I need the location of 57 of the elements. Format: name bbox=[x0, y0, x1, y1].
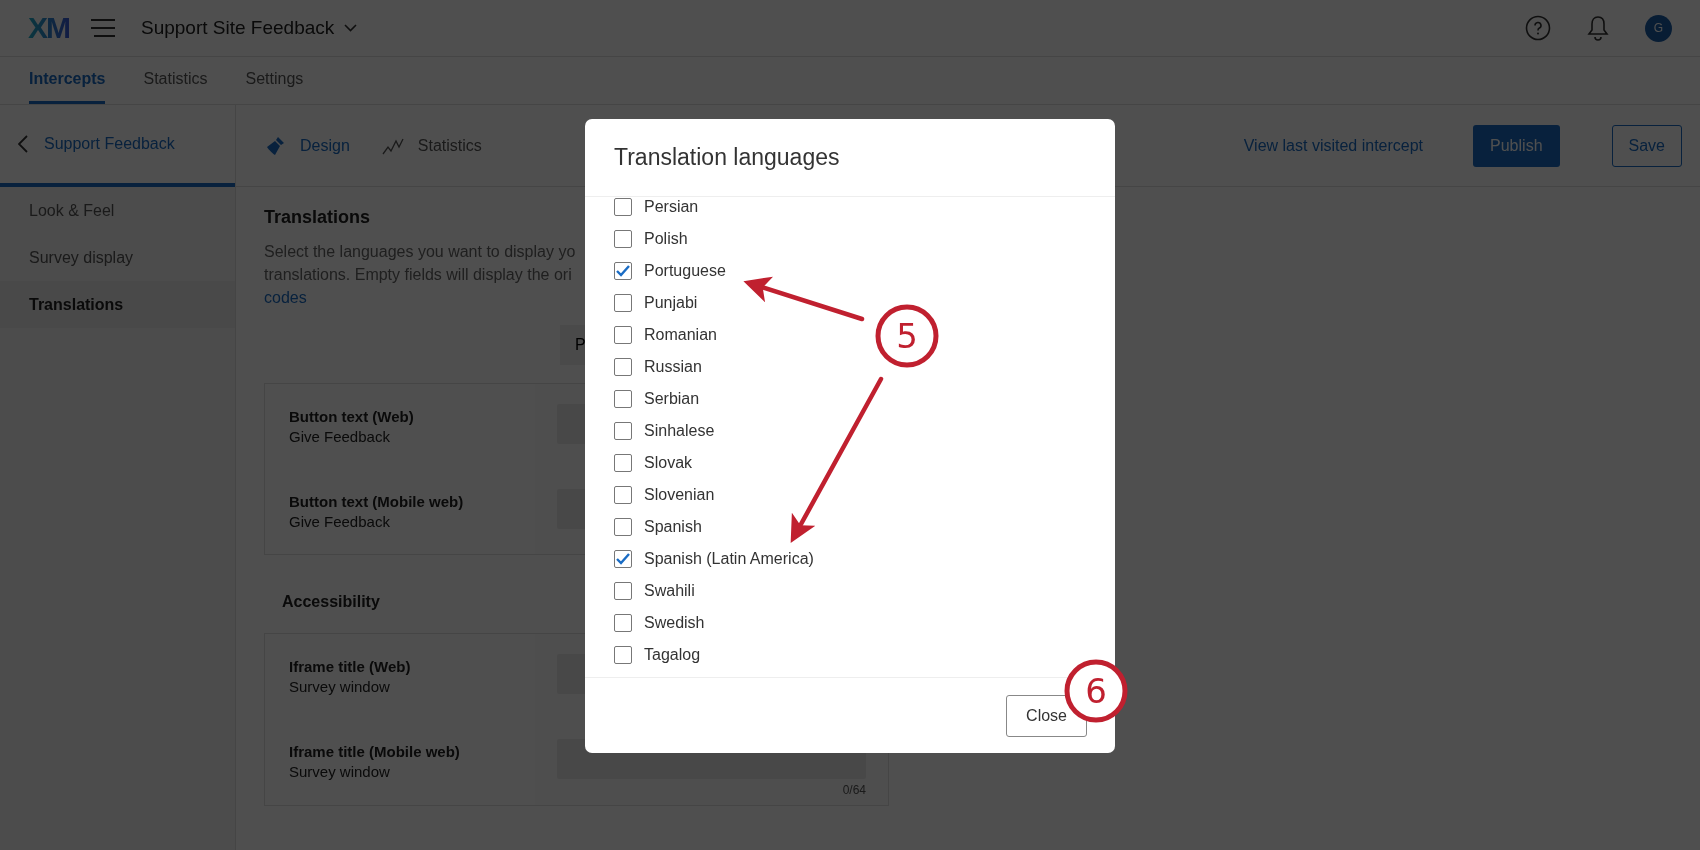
checkbox[interactable] bbox=[614, 390, 632, 408]
field-value: Survey window bbox=[289, 678, 391, 695]
menu-icon[interactable] bbox=[91, 19, 115, 37]
field-label: Iframe title (Web) bbox=[289, 658, 412, 675]
check-icon bbox=[616, 553, 630, 565]
checkbox[interactable] bbox=[614, 294, 632, 312]
section-heading: Accessibility bbox=[282, 593, 380, 611]
language-option[interactable]: Spanish (Latin America) bbox=[614, 543, 814, 575]
section-title: Translations bbox=[264, 207, 371, 228]
language-option[interactable]: Punjabi bbox=[614, 287, 698, 319]
publish-button[interactable]: Publish bbox=[1473, 124, 1560, 167]
language-option[interactable]: Russian bbox=[614, 351, 702, 383]
checkbox[interactable] bbox=[614, 614, 632, 632]
field-value: Give Feedback bbox=[289, 428, 391, 445]
bell-icon[interactable] bbox=[1587, 15, 1609, 41]
language-option[interactable]: Polish bbox=[614, 223, 688, 255]
field-value: Give Feedback bbox=[289, 513, 391, 530]
check-icon bbox=[616, 265, 630, 277]
sub-tab[interactable]: Design bbox=[264, 134, 350, 157]
save-button[interactable]: Save bbox=[1611, 124, 1682, 167]
language-option[interactable]: Swahili bbox=[614, 575, 695, 607]
view-intercept-link[interactable]: View last visited intercept bbox=[1243, 136, 1424, 155]
language-option[interactable]: Persian bbox=[614, 197, 699, 223]
modal-title: Translation languages bbox=[614, 144, 840, 171]
help-icon[interactable] bbox=[1525, 15, 1551, 41]
field-label: Iframe title (Mobile web) bbox=[289, 743, 461, 760]
checkbox[interactable] bbox=[614, 326, 632, 344]
language-option[interactable]: Serbian bbox=[614, 383, 700, 415]
language-option[interactable]: Tagalog bbox=[614, 639, 701, 671]
language-option[interactable]: Portuguese bbox=[614, 255, 726, 287]
language-option[interactable]: Romanian bbox=[614, 319, 717, 351]
checkbox[interactable] bbox=[614, 518, 632, 536]
checkbox[interactable] bbox=[614, 422, 632, 440]
codes-link[interactable]: codes bbox=[264, 286, 307, 309]
checkbox[interactable] bbox=[614, 230, 632, 248]
checkbox[interactable] bbox=[614, 550, 632, 568]
field-value: Survey window bbox=[289, 763, 391, 780]
checkbox[interactable] bbox=[614, 358, 632, 376]
language-option[interactable]: Swedish bbox=[614, 607, 705, 639]
brush-icon bbox=[264, 134, 286, 157]
chevron-down-icon bbox=[344, 24, 358, 32]
checkbox[interactable] bbox=[614, 198, 632, 216]
language-option[interactable]: Slovenian bbox=[614, 479, 715, 511]
field-label: Button text (Mobile web) bbox=[289, 493, 465, 510]
user-avatar[interactable]: G bbox=[1645, 14, 1672, 42]
language-option[interactable]: Spanish bbox=[614, 511, 702, 543]
checkbox[interactable] bbox=[614, 486, 632, 504]
language-option[interactable]: Sinhalese bbox=[614, 415, 715, 447]
checkbox[interactable] bbox=[614, 582, 632, 600]
line-chart-icon bbox=[381, 136, 404, 155]
project-title[interactable]: Support Site Feedback bbox=[141, 17, 358, 39]
checkbox[interactable] bbox=[614, 646, 632, 664]
language-button[interactable]: P bbox=[560, 325, 588, 365]
checkbox[interactable] bbox=[614, 454, 632, 472]
field-label: Button text (Web) bbox=[289, 408, 415, 425]
checkbox[interactable] bbox=[614, 262, 632, 280]
language-option[interactable]: Slovak bbox=[614, 447, 693, 479]
